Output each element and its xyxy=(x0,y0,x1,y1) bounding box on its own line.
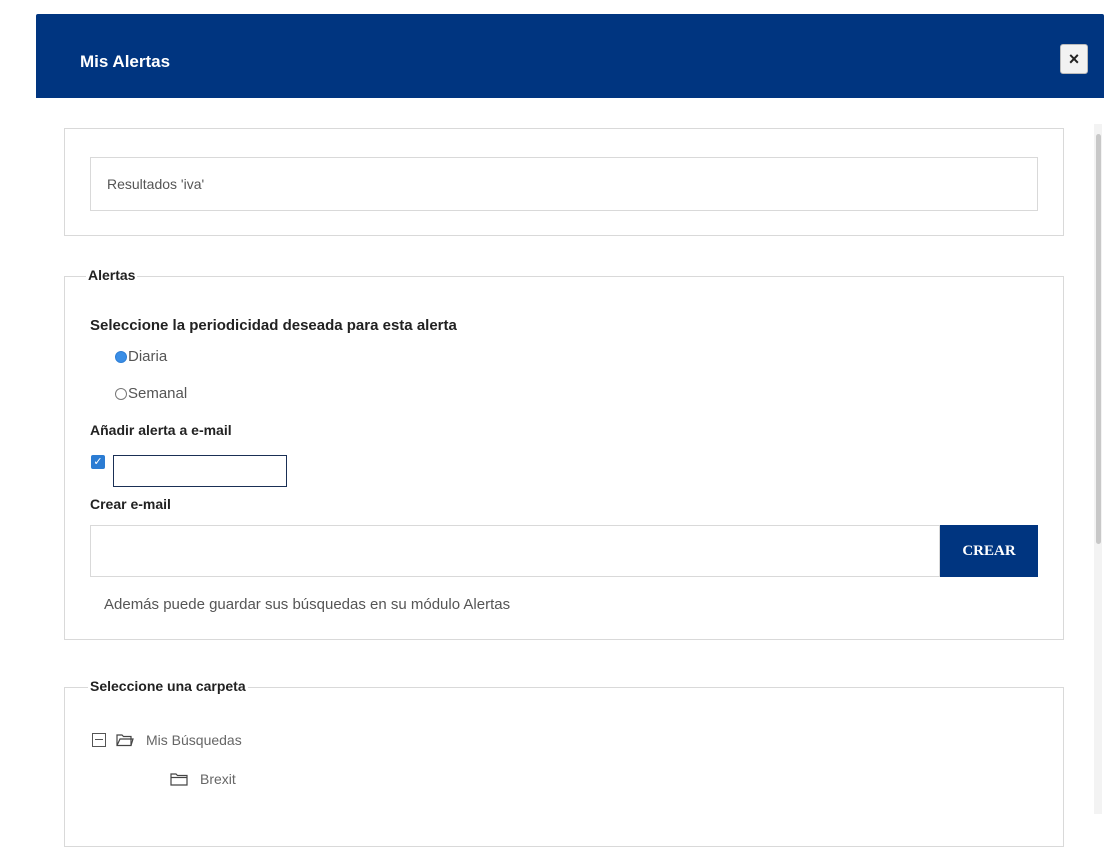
radio-semanal-button[interactable] xyxy=(115,387,127,400)
radio-diaria[interactable]: Diaria xyxy=(115,348,167,365)
periodicity-label: Seleccione la periodicidad deseada para … xyxy=(90,317,457,334)
tree-item-mis-busquedas[interactable]: Mis Búsquedas xyxy=(92,732,242,748)
alerts-info-text: Además puede guardar sus búsquedas en su… xyxy=(104,596,511,613)
create-email-label: Crear e-mail xyxy=(90,496,171,512)
tree-item-brexit[interactable]: Brexit xyxy=(170,771,236,787)
radio-semanal[interactable]: Semanal xyxy=(115,385,187,402)
folder-icon xyxy=(170,773,188,786)
alerts-legend: Alertas xyxy=(86,267,138,283)
create-email-input[interactable] xyxy=(90,525,940,577)
alerts-dialog: Mis Alertas × Resultados 'iva' Alertas S… xyxy=(36,14,1104,847)
radio-diaria-label: Diaria xyxy=(128,348,168,365)
email-select-field[interactable] xyxy=(113,455,287,487)
folder-open-icon xyxy=(116,734,134,747)
close-icon: × xyxy=(1068,48,1080,69)
add-email-checkbox[interactable]: ✓ xyxy=(91,455,105,469)
dialog-header: Mis Alertas × xyxy=(36,14,1104,98)
close-button[interactable]: × xyxy=(1060,44,1088,74)
dialog-title: Mis Alertas xyxy=(80,52,171,71)
scrollbar-thumb[interactable] xyxy=(1096,134,1101,544)
radio-semanal-label: Semanal xyxy=(128,385,188,402)
create-button[interactable]: CREAR xyxy=(940,525,1038,577)
results-title-field: Resultados 'iva' xyxy=(90,157,1038,211)
radio-diaria-button[interactable] xyxy=(115,350,127,363)
tree-item-label: Brexit xyxy=(200,771,236,787)
folder-section xyxy=(64,687,1064,847)
add-email-label: Añadir alerta a e-mail xyxy=(90,422,232,438)
collapse-icon[interactable] xyxy=(92,733,106,747)
folder-legend: Seleccione una carpeta xyxy=(88,678,248,694)
tree-item-label: Mis Búsquedas xyxy=(146,732,242,748)
